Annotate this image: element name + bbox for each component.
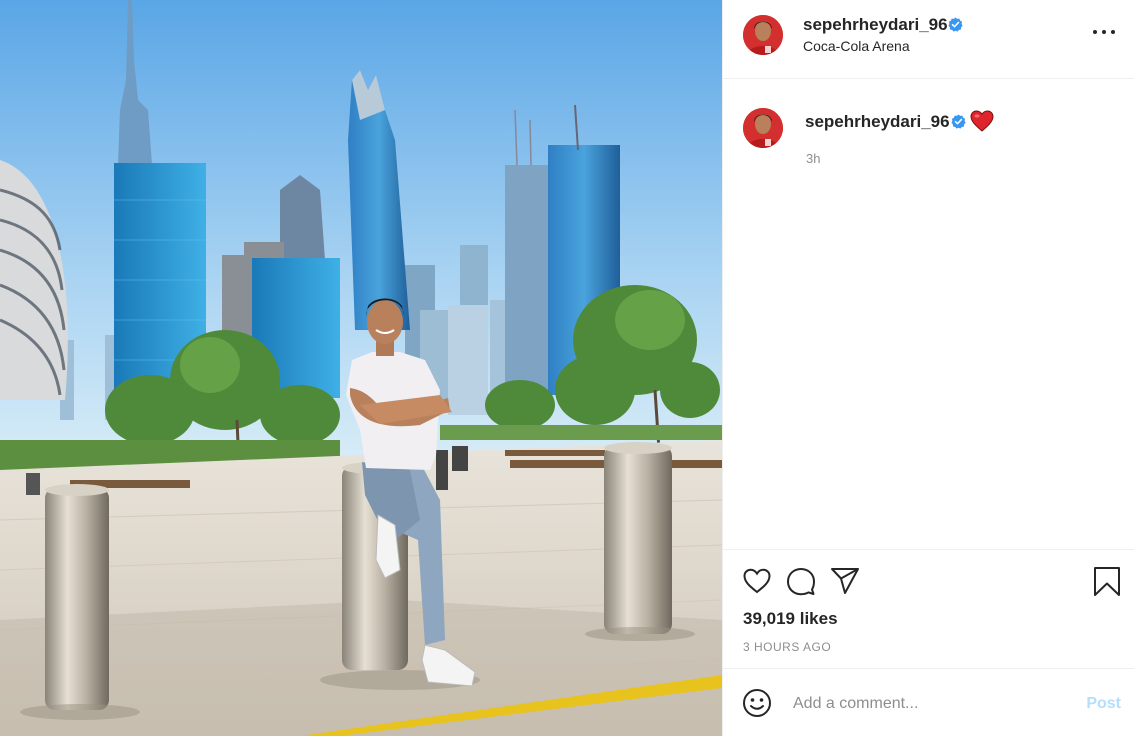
share-icon[interactable]: [829, 565, 861, 597]
post-comment-button[interactable]: Post: [1086, 695, 1121, 713]
comment-icon[interactable]: [785, 565, 817, 597]
caption-comment: sepehrheydari_96 3h: [723, 100, 1134, 180]
add-comment-bar: Post: [723, 668, 1134, 736]
caption-time[interactable]: 3h: [806, 151, 820, 166]
verified-badge-icon: [948, 17, 963, 32]
caption-username[interactable]: sepehrheydari_96: [805, 112, 950, 132]
post-actions: 39,019 likes 3 HOURS AGO: [723, 549, 1134, 669]
avatar-image: [743, 15, 783, 55]
instagram-post: sepehrheydari_96 Coca-Cola Arena sepehrh…: [0, 0, 1134, 736]
bookmark-icon[interactable]: [1091, 565, 1123, 597]
photo-scene: [0, 0, 722, 736]
comment-input[interactable]: [793, 691, 1063, 717]
dot: [1093, 30, 1097, 34]
post-location[interactable]: Coca-Cola Arena: [803, 38, 910, 54]
header-username[interactable]: sepehrheydari_96: [803, 15, 948, 35]
avatar[interactable]: [743, 15, 783, 55]
heart-icon[interactable]: [741, 565, 773, 597]
avatar[interactable]: [743, 108, 783, 148]
dot: [1102, 30, 1106, 34]
post-header: sepehrheydari_96 Coca-Cola Arena: [723, 0, 1134, 79]
post-timestamp[interactable]: 3 HOURS AGO: [743, 640, 831, 654]
dot: [1111, 30, 1115, 34]
smiley-icon[interactable]: [741, 687, 773, 719]
avatar-image: [743, 108, 783, 148]
more-options-icon[interactable]: [1093, 28, 1115, 36]
red-heart-emoji-icon: [970, 110, 994, 132]
post-sidebar: sepehrheydari_96 Coca-Cola Arena sepehrh…: [722, 0, 1134, 736]
post-photo[interactable]: [0, 0, 722, 736]
verified-badge-icon: [951, 114, 966, 129]
likes-count[interactable]: 39,019 likes: [743, 609, 838, 629]
